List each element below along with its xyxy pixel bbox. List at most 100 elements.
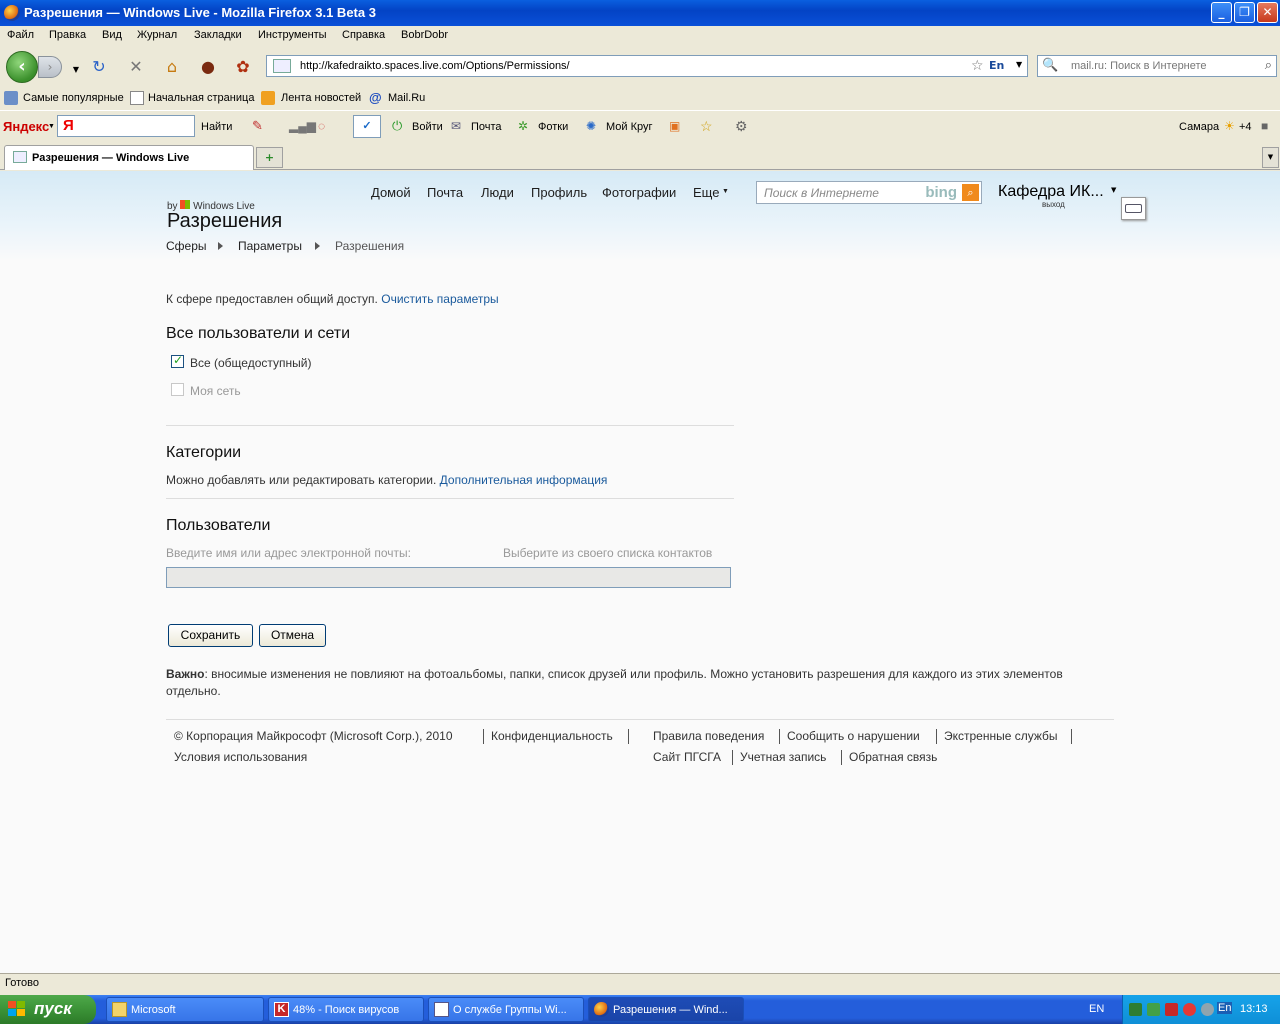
language-indicator[interactable]: EN [1089, 1003, 1104, 1015]
user-name[interactable]: Кафедра ИК... [998, 183, 1104, 201]
new-tab-button[interactable]: + [256, 147, 283, 168]
url-dropdown-icon[interactable]: ▼ [1016, 60, 1022, 69]
menu-tools[interactable]: Инструменты [258, 29, 327, 41]
separator [1071, 729, 1072, 744]
home-icon[interactable]: ⌂ [162, 58, 182, 76]
spellcheck-icon[interactable]: ✓ [353, 115, 381, 138]
weather-city[interactable]: Самара [1179, 121, 1219, 133]
terms-link[interactable]: Условия использования [174, 750, 307, 764]
yandex-circle[interactable]: Мой Круг [606, 121, 653, 133]
nav-profile[interactable]: Профиль [531, 185, 587, 200]
forward-button[interactable]: › [38, 56, 62, 78]
yandex-dropdown-icon[interactable]: ▼ [48, 123, 55, 130]
nav-mail[interactable]: Почта [427, 185, 463, 200]
breadcrumb-settings[interactable]: Параметры [238, 239, 302, 253]
lang-badge[interactable]: En [989, 59, 1004, 72]
search-icon[interactable]: ⌕ [962, 184, 979, 201]
privacy-link[interactable]: Конфиденциальность [491, 729, 613, 743]
stop-icon[interactable]: ✕ [126, 58, 146, 76]
bookmark-news-feed[interactable]: Лента новостей [281, 92, 361, 104]
task-firefox[interactable]: Разрешения — Wind... [588, 997, 744, 1022]
everyone-checkbox[interactable]: ✓ [171, 353, 184, 368]
settings-gear-icon[interactable]: ⚙ [735, 118, 748, 135]
menu-history[interactable]: Журнал [137, 29, 177, 41]
clock-tray-icon[interactable] [1201, 1003, 1214, 1016]
account-link[interactable]: Учетная запись [740, 750, 826, 764]
yandex-photos[interactable]: Фотки [538, 121, 568, 133]
menu-help[interactable]: Справка [342, 29, 385, 41]
task-label: Microsoft [131, 1004, 176, 1016]
nav-photos[interactable]: Фотографии [602, 185, 676, 200]
tray-language[interactable]: En [1217, 1002, 1233, 1014]
menu-bobrdobr[interactable]: BobrDobr [401, 29, 448, 41]
paw-icon[interactable]: ✿ [233, 58, 253, 76]
yandex-login[interactable]: Войти [412, 121, 443, 133]
reload-icon[interactable]: ↻ [89, 58, 109, 76]
report-abuse-link[interactable]: Сообщить о нарушении [787, 729, 920, 743]
nav-people[interactable]: Люди [481, 185, 514, 200]
network-tray-icon[interactable] [1147, 1003, 1160, 1016]
nav-home[interactable]: Домой [371, 185, 411, 200]
bookmark-most-visited[interactable]: Самые популярные [23, 92, 124, 104]
antivirus-tray-icon[interactable] [1129, 1003, 1142, 1016]
separator [483, 729, 484, 744]
search-go-icon[interactable]: ⌕ [1265, 58, 1272, 73]
avatar-image-icon [1125, 204, 1142, 213]
opera-tray-icon[interactable] [1183, 1003, 1196, 1016]
task-document[interactable]: О службе Группы Wi... [428, 997, 584, 1022]
bobrdobr-icon[interactable]: ● [198, 58, 218, 76]
marker-icon[interactable]: ✎ [252, 118, 263, 134]
breadcrumb-spheres[interactable]: Сферы [166, 239, 207, 253]
menu-file[interactable]: Файл [7, 29, 34, 41]
feedback-link[interactable]: Обратная связь [849, 750, 937, 764]
more-info-link[interactable]: Дополнительная информация [440, 473, 608, 487]
yandex-logo[interactable]: Яндекс [3, 119, 49, 134]
breadcrumb-arrow-icon [218, 242, 223, 250]
signal-bars-icon[interactable]: ▂▄▆ [289, 119, 316, 133]
tab-list-dropdown-icon[interactable]: ▼ [1262, 147, 1279, 168]
search-engine-icon[interactable]: 🔍 [1042, 58, 1058, 73]
favorites-star-icon[interactable]: ☆ [700, 118, 713, 135]
start-button[interactable]: пуск [0, 995, 96, 1024]
yandex-search-input[interactable]: Я [57, 115, 195, 137]
cancel-button[interactable]: Отмена [259, 624, 326, 647]
separator [732, 750, 733, 765]
url-bar[interactable]: http://kafedraikto.spaces.live.com/Optio… [266, 55, 1028, 77]
task-antivirus[interactable]: K 48% - Поиск вирусов [268, 997, 424, 1022]
back-button[interactable]: ‹ [6, 51, 38, 83]
site-pgsga-link[interactable]: Сайт ПГСГА [653, 750, 721, 764]
user-menu-chevron-icon[interactable]: ▼ [1111, 186, 1116, 194]
tab-permissions[interactable]: Разрешения — Windows Live [4, 145, 254, 170]
tab-label: Разрешения — Windows Live [32, 152, 190, 164]
nav-more[interactable]: Еще [693, 185, 719, 200]
web-search-input[interactable]: Поиск в Интернете bing ⌕ [756, 181, 982, 204]
save-button[interactable]: Сохранить [168, 624, 253, 647]
emergency-link[interactable]: Экстренные службы [944, 729, 1058, 743]
choose-contacts-link[interactable]: Выберите из своего списка контактов [503, 546, 712, 560]
bookmark-start-page[interactable]: Начальная страница [148, 92, 254, 104]
menu-edit[interactable]: Правка [49, 29, 86, 41]
chat-icon[interactable]: ◌ [318, 119, 325, 133]
close-button[interactable]: ✕ [1257, 2, 1278, 23]
yandex-find-button[interactable]: Найти [201, 121, 232, 133]
bookmark-star-icon[interactable]: ☆ [971, 58, 984, 74]
search-input[interactable]: 🔍 mail.ru: Поиск в Интернете ⌕ [1037, 55, 1277, 77]
maximize-button[interactable]: ❐ [1234, 2, 1255, 23]
market-icon[interactable]: ▣ [669, 119, 680, 133]
minimize-button[interactable]: _ [1211, 2, 1232, 23]
bookmark-mailru[interactable]: Mail.Ru [388, 92, 425, 104]
menu-bookmarks[interactable]: Закладки [194, 29, 242, 41]
avatar[interactable] [1121, 197, 1146, 220]
toolbar-overflow-icon[interactable]: ■ [1261, 119, 1268, 133]
history-dropdown-icon[interactable]: ▼ [66, 61, 86, 79]
user-email-input[interactable] [166, 567, 731, 588]
clear-settings-link[interactable]: Очистить параметры [381, 292, 498, 306]
everyone-label[interactable]: Все (общедоступный) [190, 356, 311, 370]
menu-view[interactable]: Вид [102, 29, 122, 41]
nav-more-chevron-icon[interactable]: ▼ [722, 188, 729, 195]
task-microsoft[interactable]: Microsoft [106, 997, 264, 1022]
kaspersky-tray-icon[interactable] [1165, 1003, 1178, 1016]
conduct-link[interactable]: Правила поведения [653, 729, 764, 743]
logout-link[interactable]: выход [1042, 200, 1065, 209]
yandex-mail[interactable]: Почта [471, 121, 502, 133]
